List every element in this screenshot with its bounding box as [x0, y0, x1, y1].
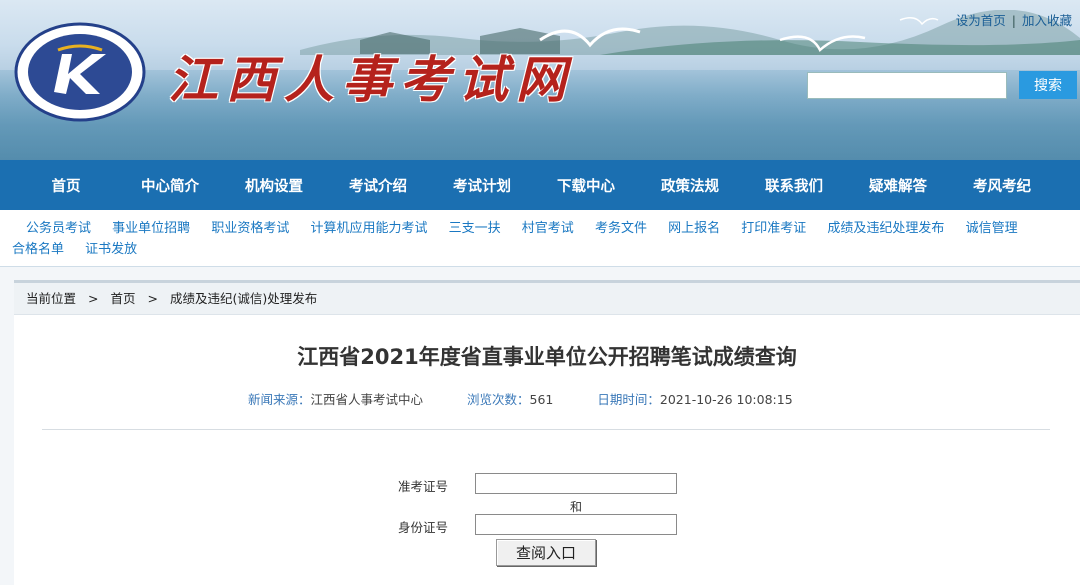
sub-nav-integrity[interactable]: 诚信管理 [966, 218, 1018, 239]
nav-item-exam-intro[interactable]: 考试介绍 [326, 175, 430, 196]
sub-nav-village-official[interactable]: 村官考试 [522, 218, 574, 239]
date-label: 日期时间： [597, 392, 660, 407]
breadcrumb-label: 当前位置 [26, 291, 77, 306]
sub-nav-results-release[interactable]: 成绩及违纪处理发布 [827, 218, 944, 239]
views-label: 浏览次数： [467, 392, 530, 407]
id-number-label: 身份证号 [398, 520, 449, 535]
content-panel: 当前位置 > 首页 > 成绩及违纪(诚信)处理发布 江西省2021年度省直事业单位公开招… [14, 280, 1080, 585]
add-favorite-link[interactable]: 加入收藏 [1022, 13, 1072, 28]
breadcrumb-arrow: > [147, 291, 158, 306]
nav-item-exam-plan[interactable]: 考试计划 [430, 175, 534, 196]
main-nav: 首页 中心简介 机构设置 考试介绍 考试计划 下载中心 政策法规 联系我们 疑难… [0, 160, 1080, 210]
logo-emblem-icon [14, 22, 146, 122]
sub-nav-online-registration[interactable]: 网上报名 [668, 218, 720, 239]
id-number-input[interactable] [475, 514, 677, 535]
search-button[interactable]: 搜索 [1019, 71, 1077, 99]
nav-item-organization[interactable]: 机构设置 [222, 175, 326, 196]
article-title: 江西省2021年度省直事业单位公开招聘笔试成绩查询 [297, 345, 797, 369]
sub-nav-certificates[interactable]: 证书发放 [85, 239, 137, 260]
breadcrumb-arrow: > [88, 291, 99, 306]
nav-item-about[interactable]: 中心简介 [118, 175, 222, 196]
sub-nav: 公务员考试 事业单位招聘 职业资格考试 计算机应用能力考试 三支一扶 村官考试 … [0, 210, 1080, 267]
sub-nav-sanzhiyifu[interactable]: 三支一扶 [449, 218, 501, 239]
query-entry-button[interactable]: 查阅入口 [496, 539, 596, 566]
and-text: 和 [570, 500, 583, 514]
set-home-link[interactable]: 设为首页 [956, 13, 1006, 28]
nav-item-faq[interactable]: 疑难解答 [846, 175, 950, 196]
source-label: 新闻来源： [248, 392, 311, 407]
sub-nav-print-admission[interactable]: 打印准考证 [741, 218, 806, 239]
divider [42, 429, 1050, 430]
nav-item-policies[interactable]: 政策法规 [638, 175, 742, 196]
nav-item-exam-discipline[interactable]: 考风考纪 [950, 175, 1054, 196]
breadcrumb-current[interactable]: 成绩及违纪(诚信)处理发布 [170, 291, 317, 306]
header-banner: 江西人事考试网 设为首页 | 加入收藏 搜索 [0, 0, 1080, 160]
article-meta: 新闻来源：江西省人事考试中心 浏览次数：561 日期时间：2021-10-26 … [248, 389, 833, 408]
sub-nav-civil-servant[interactable]: 公务员考试 [26, 218, 91, 239]
site-title: 江西人事考试网 [168, 50, 574, 109]
link-separator: | [1011, 13, 1016, 28]
birds-image [539, 17, 939, 53]
sub-nav-exam-documents[interactable]: 考务文件 [595, 218, 647, 239]
search-input[interactable] [807, 72, 1007, 99]
sub-nav-qualified-list[interactable]: 合格名单 [12, 239, 64, 260]
sub-nav-professional-qualification[interactable]: 职业资格考试 [211, 218, 289, 239]
top-links: 设为首页 | 加入收藏 [956, 10, 1072, 29]
date-value: 2021-10-26 10:08:15 [659, 392, 793, 407]
nav-item-contact[interactable]: 联系我们 [742, 175, 846, 196]
breadcrumb: 当前位置 > 首页 > 成绩及违纪(诚信)处理发布 [14, 283, 1080, 315]
sub-nav-computer-skills[interactable]: 计算机应用能力考试 [310, 218, 427, 239]
nav-item-downloads[interactable]: 下载中心 [534, 175, 638, 196]
nav-item-home[interactable]: 首页 [14, 175, 118, 196]
views-value: 561 [529, 392, 554, 407]
ticket-number-label: 准考证号 [398, 479, 449, 494]
sub-nav-public-institution[interactable]: 事业单位招聘 [112, 218, 190, 239]
source-value: 江西省人事考试中心 [310, 392, 424, 407]
ticket-number-input[interactable] [475, 473, 677, 494]
breadcrumb-home-link[interactable]: 首页 [111, 291, 136, 306]
